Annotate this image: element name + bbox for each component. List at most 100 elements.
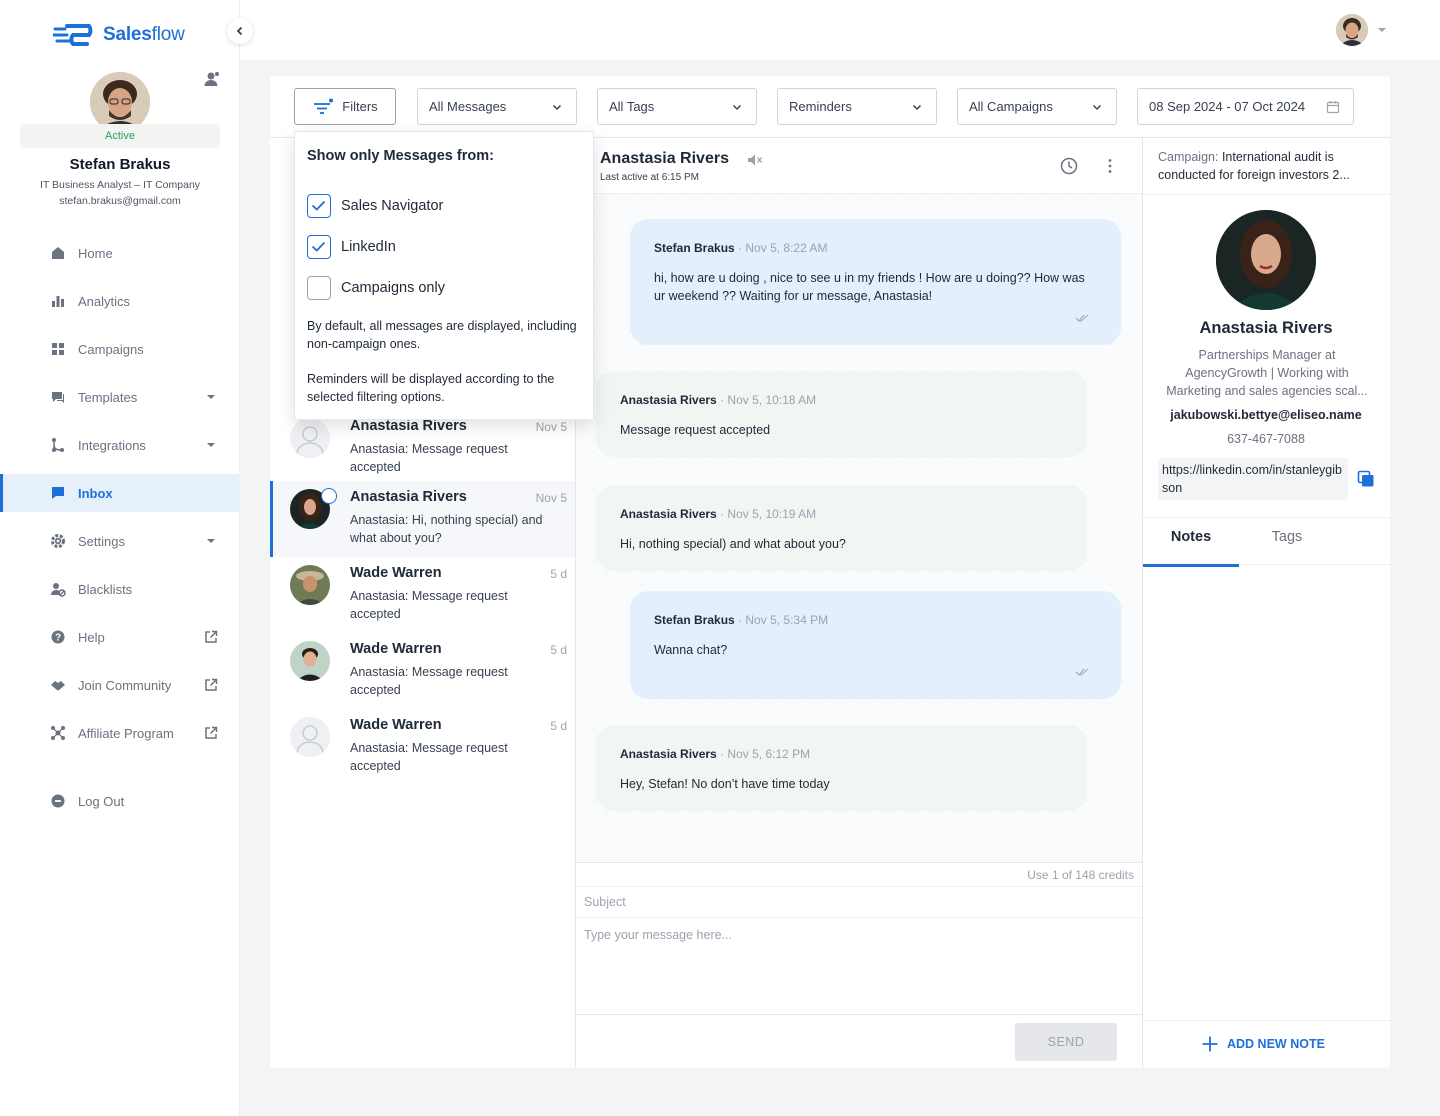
help-icon: ? <box>51 630 65 644</box>
mute-icon[interactable] <box>747 153 763 167</box>
campaigns-select[interactable]: All Campaigns <box>957 88 1117 125</box>
checkbox-checked-icon[interactable] <box>307 235 331 259</box>
collapse-sidebar-button[interactable] <box>227 18 253 44</box>
last-active-text: Last active at 6:15 PM <box>600 172 699 183</box>
message-text: Message request accepted <box>620 423 771 437</box>
sidebar-item-help[interactable]: ? Help <box>0 618 240 656</box>
list-item[interactable]: Anastasia Rivers Nov 5 Anastasia: Messag… <box>270 410 575 486</box>
message-bubble: Anastasia Rivers · Nov 5, 6:12 PM Hey, S… <box>596 725 1087 811</box>
list-item[interactable]: Wade Warren 5 d Anastasia: Message reque… <box>270 709 575 785</box>
filters-button[interactable]: Filters <box>294 88 396 125</box>
sidebar-item-label: Affiliate Program <box>78 725 174 741</box>
external-link-icon <box>205 678 218 691</box>
list-item[interactable]: Wade Warren 5 d Anastasia: Message reque… <box>270 633 575 709</box>
sidebar-item-integrations[interactable]: Integrations <box>0 426 240 464</box>
checkbox-unchecked-icon[interactable] <box>307 276 331 300</box>
chat-contact-name[interactable]: Anastasia Rivers <box>600 150 729 168</box>
contact-tabs: Notes Tags <box>1143 517 1391 567</box>
checkbox-checked-icon[interactable] <box>307 194 331 218</box>
subject-input[interactable]: Subject <box>576 886 1142 918</box>
tags-select-value: All Tags <box>609 99 655 114</box>
linkedin-source-badge-icon <box>321 488 337 504</box>
tab-notes[interactable]: Notes <box>1143 518 1239 567</box>
message-bubble: Stefan Brakus · Nov 5, 5:34 PM Wanna cha… <box>630 591 1121 699</box>
message-input[interactable]: Type your message here... <box>576 918 1142 1014</box>
analytics-icon <box>52 296 64 307</box>
conversation-preview: Anastasia: Message request accepted <box>350 589 508 621</box>
sidebar-item-label: Inbox <box>78 485 113 501</box>
integrations-icon <box>52 438 64 452</box>
message-meta: Stefan Brakus · Nov 5, 8:22 AM <box>654 241 827 255</box>
filter-icon <box>314 98 334 114</box>
sidebar-item-log-out[interactable]: Log Out <box>0 782 240 820</box>
option-sales-navigator[interactable]: Sales Navigator <box>307 194 443 218</box>
tags-select[interactable]: All Tags <box>597 88 757 125</box>
conversation-preview: Anastasia: Message request accepted <box>350 442 508 474</box>
conversation-preview: Anastasia: Message request accepted <box>350 665 508 697</box>
message-author: Anastasia Rivers <box>620 507 717 521</box>
profile-name: Stefan Brakus <box>69 156 171 173</box>
conversation-time: 5 d <box>550 719 567 733</box>
reminder-clock-icon[interactable] <box>1060 157 1078 175</box>
avatar <box>290 565 330 605</box>
reminders-filter-note: Reminders will be displayed according to… <box>307 372 555 404</box>
meta-separator: · <box>720 393 725 407</box>
chevron-down-icon <box>912 104 922 111</box>
logo-text: Salesflow <box>103 24 185 45</box>
user-switch-icon[interactable] <box>203 70 221 88</box>
add-note-button[interactable]: ADD NEW NOTE <box>1201 1035 1325 1053</box>
sidebar-item-join-community[interactable]: Join Community <box>0 666 240 704</box>
contact-title: Partnerships Manager at AgencyGrowth | W… <box>1166 348 1368 398</box>
message-meta: Anastasia Rivers · Nov 5, 10:18 AM <box>620 393 816 407</box>
profile-email: stefan.brakus@gmail.com <box>59 195 181 207</box>
tab-tags[interactable]: Tags <box>1239 518 1335 566</box>
list-item[interactable]: Anastasia Rivers Nov 5 Anastasia: Hi, no… <box>270 481 575 557</box>
campaigns-icon <box>52 343 64 355</box>
svg-text:?: ? <box>55 633 61 644</box>
contact-phone[interactable]: 637-467-7088 <box>1143 432 1389 446</box>
user-menu-avatar[interactable] <box>1336 14 1368 46</box>
chevron-down-icon <box>552 104 562 111</box>
filters-label: Filters <box>342 99 378 114</box>
contact-email[interactable]: jakubowski.bettye@eliseo.name <box>1143 408 1389 422</box>
linkedin-url[interactable]: https://linkedin.com/in/stanleygibson <box>1158 458 1348 500</box>
more-options-icon[interactable] <box>1104 157 1116 175</box>
sidebar-item-label: Integrations <box>78 437 146 453</box>
profile-avatar[interactable] <box>90 72 150 132</box>
logo[interactable]: Salesflow <box>53 20 185 50</box>
conversation-time: Nov 5 <box>535 420 567 434</box>
sidebar-item-home[interactable]: Home <box>0 234 240 272</box>
sidebar-item-label: Campaigns <box>78 341 144 357</box>
sidebar-item-campaigns[interactable]: Campaigns <box>0 330 240 368</box>
option-campaigns-only[interactable]: Campaigns only <box>307 276 445 300</box>
message-meta: Anastasia Rivers · Nov 5, 10:19 AM <box>620 507 816 521</box>
conversation-preview: Anastasia: Hi, nothing special) and what… <box>350 513 543 545</box>
community-icon <box>51 681 65 691</box>
sidebar-item-blacklists[interactable]: Blacklists <box>0 570 240 608</box>
sidebar-item-analytics[interactable]: Analytics <box>0 282 240 320</box>
avatar <box>290 641 330 681</box>
sidebar-item-inbox[interactable]: Inbox <box>0 474 240 512</box>
read-receipt-icon <box>1075 314 1089 322</box>
sidebar-item-templates[interactable]: Templates <box>0 378 240 416</box>
logo-mark-icon <box>53 24 93 46</box>
messages-select[interactable]: All Messages <box>417 88 577 125</box>
sidebar-item-affiliate-program[interactable]: Affiliate Program <box>0 714 240 752</box>
message-time: Nov 5, 10:19 AM <box>727 507 817 521</box>
option-linkedin[interactable]: LinkedIn <box>307 235 396 259</box>
messages-select-value: All Messages <box>429 99 507 114</box>
conversation-name: Anastasia Rivers <box>350 418 467 434</box>
send-button[interactable]: SEND <box>1015 1023 1117 1061</box>
list-item[interactable]: Wade Warren 5 d Anastasia: Message reque… <box>270 557 575 633</box>
copy-icon[interactable] <box>1357 470 1375 488</box>
message-time: Nov 5, 10:18 AM <box>727 393 817 407</box>
message-bubble: Anastasia Rivers · Nov 5, 10:19 AM Hi, n… <box>596 485 1087 571</box>
sidebar-item-settings[interactable]: Settings <box>0 522 240 560</box>
reminders-select[interactable]: Reminders <box>777 88 937 125</box>
campaigns-select-value: All Campaigns <box>969 99 1053 114</box>
date-range-picker[interactable]: 08 Sep 2024 - 07 Oct 2024 <box>1137 88 1354 125</box>
affiliate-icon <box>51 726 65 740</box>
chevron-down-icon[interactable] <box>1376 24 1388 36</box>
divider <box>1143 194 1391 195</box>
plus-icon <box>1202 1036 1218 1052</box>
